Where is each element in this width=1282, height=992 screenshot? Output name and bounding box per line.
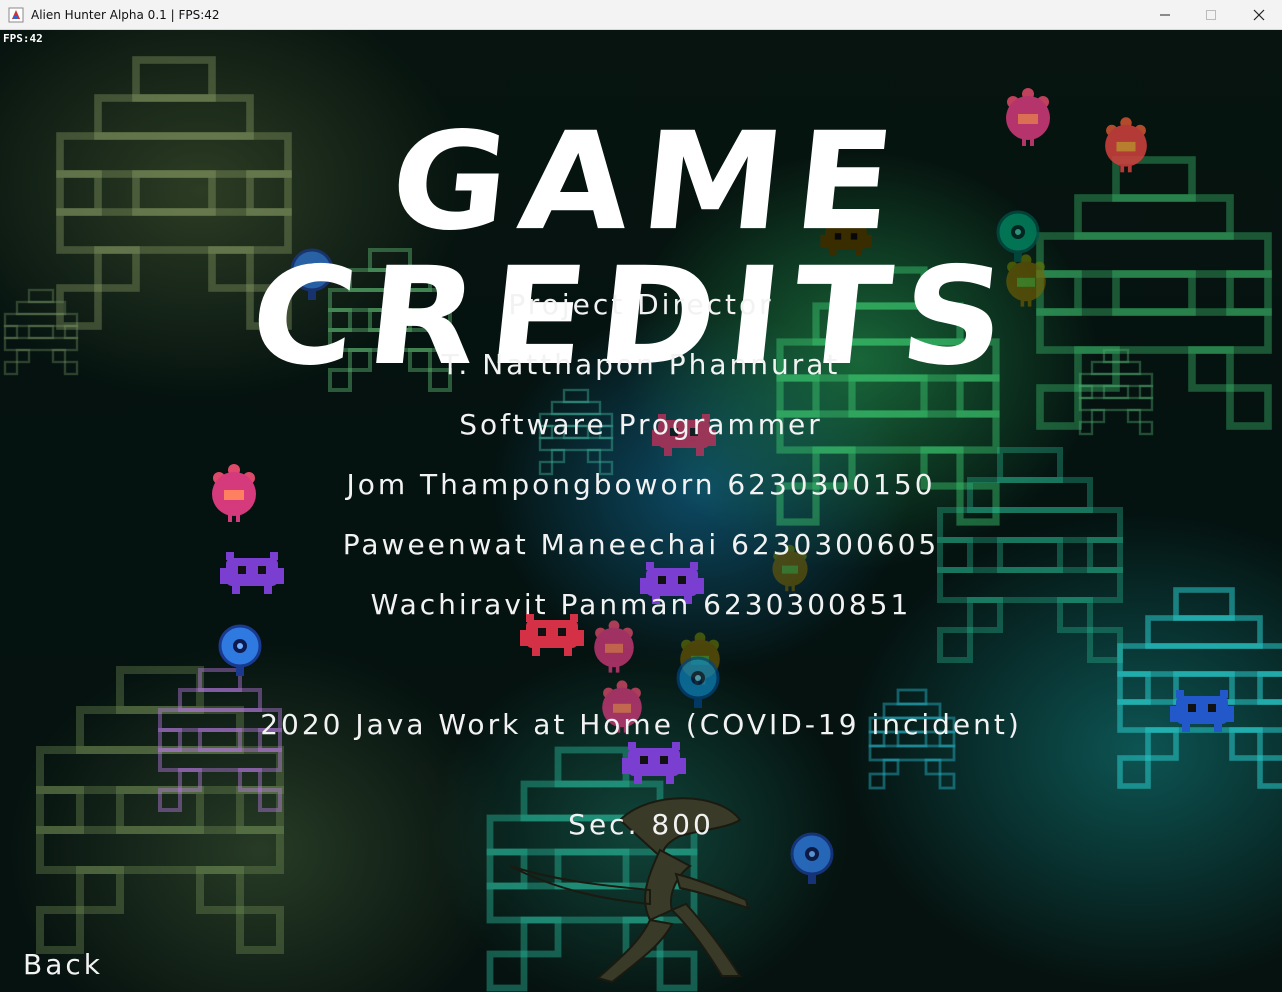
window-title: Alien Hunter Alpha 0.1 | FPS:42 [31,8,220,22]
maximize-button[interactable] [1188,0,1234,30]
app-icon [8,7,24,23]
flower-alien-sprite [594,620,634,673]
credit-role-programmer: Software Programmer [459,408,823,441]
minimize-icon [1160,14,1170,16]
game-canvas: FPS:42 GAME CREDITS Project Director T. … [0,30,1282,992]
eye-alien-sprite [676,656,720,710]
window-titlebar: Alien Hunter Alpha 0.1 | FPS:42 [0,0,1282,30]
invader-alien-sprite [622,742,686,784]
minimize-button[interactable] [1142,0,1188,30]
credit-section: Sec. 800 [568,808,714,841]
credit-programmer-3: Wachiravit Panman 6230300851 [370,588,912,621]
credit-role-director: Project Director [508,288,774,321]
credits-heading: GAME CREDITS [243,103,1025,396]
credit-director-name: T. Natthapon Phannurat [441,348,841,381]
fps-counter: FPS:42 [3,32,43,45]
eye-alien-sprite [790,832,834,886]
back-button[interactable]: Back [23,948,103,981]
close-button[interactable] [1236,0,1282,30]
close-icon [1253,9,1265,21]
maximize-icon [1206,10,1216,20]
credit-programmer-1: Jom Thampongboworn 6230300150 [346,468,936,501]
eye-alien-sprite [218,624,262,678]
credit-project-note: 2020 Java Work at Home (COVID-19 inciden… [260,708,1022,741]
credit-programmer-2: Paweenwat Maneechai 6230300605 [342,528,940,561]
